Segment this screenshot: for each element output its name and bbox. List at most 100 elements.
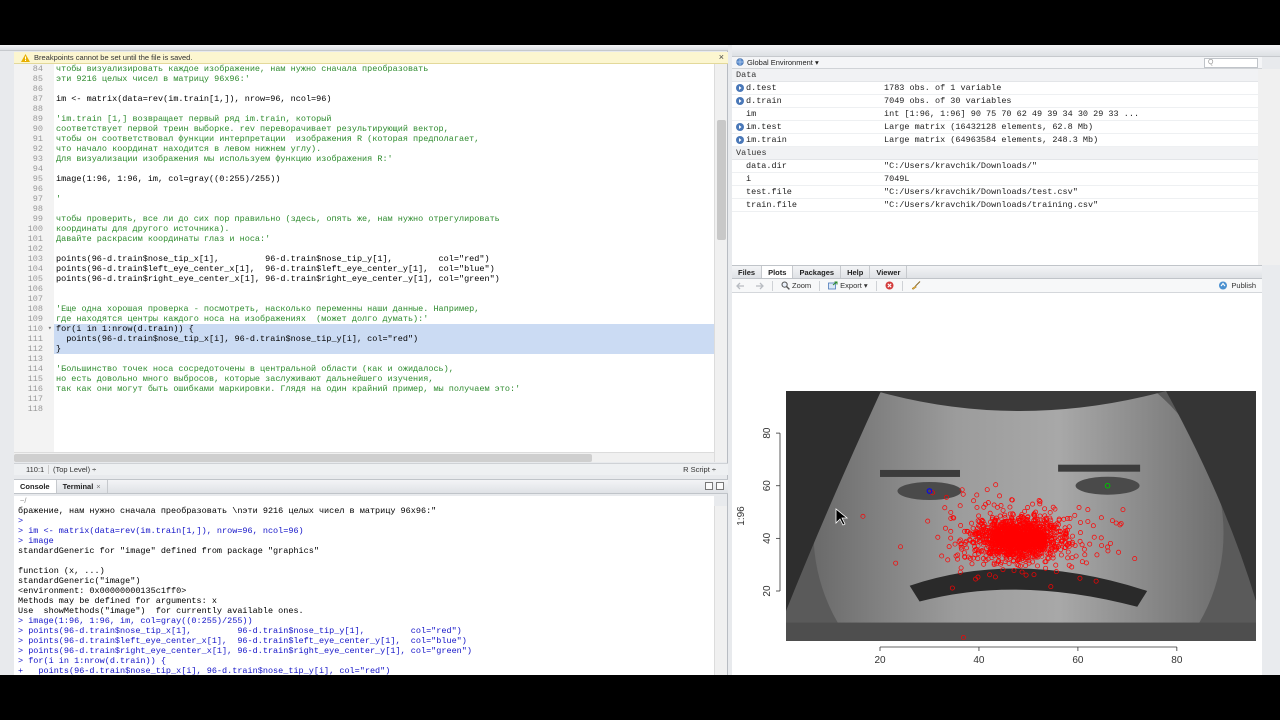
environment-row[interactable]: d.test 1783 obs. of 1 variable: [732, 82, 1258, 95]
code-line[interactable]: points(96-d.train$nose_tip_x[i], 96-d.tr…: [54, 334, 714, 344]
line-number[interactable]: 113: [14, 354, 54, 364]
line-number[interactable]: 104: [14, 264, 54, 274]
minimize-pane-icon[interactable]: [705, 482, 713, 490]
line-number[interactable]: 111: [14, 334, 54, 344]
environment-row[interactable]: im.test Large matrix (16432128 elements, …: [732, 121, 1258, 134]
environment-scrollbar[interactable]: [1258, 69, 1280, 267]
line-number[interactable]: 107: [14, 294, 54, 304]
environment-row[interactable]: data.dir "C:/Users/kravchik/Downloads/": [732, 160, 1258, 173]
code-line[interactable]: [54, 244, 714, 254]
environment-row[interactable]: im int [1:96, 1:96] 90 75 70 62 49 39 34 …: [732, 108, 1258, 121]
console-scrollbar[interactable]: [714, 506, 727, 675]
code-line[interactable]: points(96-d.train$right_eye_center_x[1],…: [54, 274, 714, 284]
code-line[interactable]: for(i in 1:nrow(d.train)) {: [54, 324, 714, 334]
code-line[interactable]: где находятся центры каждого носа на изо…: [54, 314, 714, 324]
code-line[interactable]: ': [54, 194, 714, 204]
editor-hscroll-thumb[interactable]: [14, 454, 592, 462]
code-line[interactable]: [54, 184, 714, 194]
line-number[interactable]: 86: [14, 84, 54, 94]
line-number[interactable]: 87: [14, 94, 54, 104]
code-line[interactable]: 'Большинство точек носа сосредоточены в …: [54, 364, 714, 374]
code-line[interactable]: [54, 204, 714, 214]
line-number[interactable]: 100: [14, 224, 54, 234]
environment-row[interactable]: train.file "C:/Users/kravchik/Downloads/t…: [732, 199, 1258, 212]
code-line[interactable]: [54, 164, 714, 174]
scope-selector[interactable]: (Top Level) ÷: [48, 465, 96, 474]
line-number[interactable]: 89: [14, 114, 54, 124]
line-number[interactable]: 106: [14, 284, 54, 294]
editor-horizontal-scrollbar[interactable]: [14, 452, 714, 462]
line-number[interactable]: 97: [14, 194, 54, 204]
line-number[interactable]: 112: [14, 344, 54, 354]
code-line[interactable]: чтобы проверить, все ли до сих пор прави…: [54, 214, 714, 224]
remove-plot-button[interactable]: [881, 281, 898, 290]
line-number[interactable]: 91: [14, 134, 54, 144]
line-number[interactable]: 108: [14, 304, 54, 314]
environment-row[interactable]: test.file "C:/Users/kravchik/Downloads/te…: [732, 186, 1258, 199]
code-lines[interactable]: чтобы визуализировать каждое изображение…: [54, 64, 714, 462]
line-number[interactable]: 110 ▾: [14, 324, 54, 334]
code-line[interactable]: [54, 84, 714, 94]
code-line[interactable]: так как они могут быть ошибками маркиров…: [54, 384, 714, 394]
editor-scroll-thumb[interactable]: [717, 120, 726, 240]
next-plot-button[interactable]: [751, 282, 768, 290]
zoom-button[interactable]: Zoom: [777, 281, 815, 290]
line-number[interactable]: 114: [14, 364, 54, 374]
close-terminal-icon[interactable]: ×: [96, 482, 100, 491]
line-number[interactable]: 90: [14, 124, 54, 134]
fold-icon[interactable]: ▾: [48, 324, 52, 334]
tab-help[interactable]: Help: [841, 266, 871, 278]
line-number[interactable]: 94: [14, 164, 54, 174]
code-line[interactable]: чтобы он соответствовал функции интерпре…: [54, 134, 714, 144]
line-number[interactable]: 105: [14, 274, 54, 284]
maximize-pane-icon[interactable]: [716, 482, 724, 490]
code-line[interactable]: [54, 104, 714, 114]
line-number[interactable]: 99: [14, 214, 54, 224]
line-number[interactable]: 88: [14, 104, 54, 114]
clear-plots-button[interactable]: [907, 281, 925, 290]
tab-viewer[interactable]: Viewer: [870, 266, 908, 278]
code-line[interactable]: [54, 294, 714, 304]
right-pane-scrollbar[interactable]: [1262, 265, 1280, 675]
code-line[interactable]: image(1:96, 1:96, im, col=gray((0:255)/2…: [54, 174, 714, 184]
line-number[interactable]: 98: [14, 204, 54, 214]
code-line[interactable]: 'Еще одна хорошая проверка - посмотреть,…: [54, 304, 714, 314]
line-number[interactable]: 109: [14, 314, 54, 324]
code-line[interactable]: эти 9216 целых чисел в матрицу 96x96:': [54, 74, 714, 84]
line-number[interactable]: 117: [14, 394, 54, 404]
code-line[interactable]: но есть довольно много выбросов, которые…: [54, 374, 714, 384]
code-line[interactable]: im <- matrix(data=rev(im.train[1,]), nro…: [54, 94, 714, 104]
line-number[interactable]: 102: [14, 244, 54, 254]
editor-vertical-scrollbar[interactable]: [714, 64, 727, 462]
code-line[interactable]: Для визуализации изображения мы использу…: [54, 154, 714, 164]
environment-row[interactable]: d.train 7049 obs. of 30 variables: [732, 95, 1258, 108]
plot-viewer[interactable]: 20406080204060801:961:96: [732, 293, 1262, 675]
file-type-selector[interactable]: R Script ÷: [683, 465, 716, 474]
code-line[interactable]: points(96-d.train$left_eye_center_x[1], …: [54, 264, 714, 274]
tab-packages[interactable]: Packages: [793, 266, 842, 278]
code-line[interactable]: координаты для другого источника).: [54, 224, 714, 234]
code-line[interactable]: [54, 404, 714, 414]
code-line[interactable]: Давайте раскрасим координаты глаз и носа…: [54, 234, 714, 244]
code-line[interactable]: points(96-d.train$nose_tip_x[1], 96-d.tr…: [54, 254, 714, 264]
code-line[interactable]: }: [54, 344, 714, 354]
line-number[interactable]: 101: [14, 234, 54, 244]
line-number[interactable]: 84: [14, 64, 54, 74]
console-output[interactable]: бражение, нам нужно сначала преобразоват…: [14, 506, 714, 675]
tab-files[interactable]: Files: [732, 266, 763, 278]
export-button[interactable]: Export ▾: [824, 281, 872, 290]
previous-plot-button[interactable]: [732, 282, 749, 290]
line-number[interactable]: 103: [14, 254, 54, 264]
environment-search-input[interactable]: Q: [1204, 58, 1258, 68]
code-line[interactable]: соответствует первой треин выборке. rev …: [54, 124, 714, 134]
line-number[interactable]: 93: [14, 154, 54, 164]
code-line[interactable]: чтобы визуализировать каждое изображение…: [54, 64, 714, 74]
code-line[interactable]: [54, 354, 714, 364]
expand-icon[interactable]: [736, 97, 744, 105]
line-number[interactable]: 115: [14, 374, 54, 384]
code-editor[interactable]: 84 85 86 87 88 89 90 91 92 93 94 95 96 97 98 99 100 101 10…: [14, 64, 714, 462]
expand-icon[interactable]: [736, 84, 744, 92]
line-number[interactable]: 96: [14, 184, 54, 194]
line-number[interactable]: 95: [14, 174, 54, 184]
tab-console[interactable]: Console: [14, 480, 57, 493]
